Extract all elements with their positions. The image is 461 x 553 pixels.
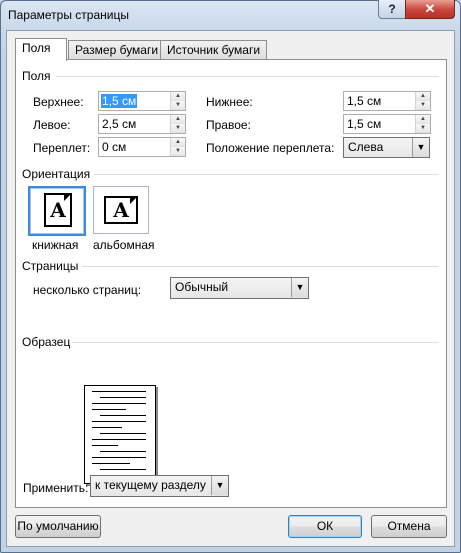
- preview-line: [92, 391, 146, 392]
- multiple-pages-label: несколько страниц:: [33, 283, 142, 297]
- chevron-down-icon[interactable]: ▼: [412, 138, 429, 157]
- top-margin-spinner[interactable]: 1,5 см ▲ ▼: [98, 91, 186, 111]
- tab-panel: Поля Верхнее: 1,5 см ▲ ▼ Нижнее: 1,5 см ▲…: [15, 59, 447, 508]
- preview-line: [92, 409, 126, 410]
- landscape-page-icon: A: [104, 196, 138, 224]
- cancel-button[interactable]: Отмена: [371, 515, 447, 538]
- help-button[interactable]: ?: [378, 0, 406, 19]
- window-title: Параметры страницы: [8, 8, 129, 22]
- right-margin-label: Правое:: [206, 118, 251, 132]
- left-margin-spinner[interactable]: 2,5 см ▲ ▼: [98, 114, 186, 134]
- multiple-pages-value: Обычный: [175, 280, 229, 294]
- right-margin-value[interactable]: 1,5 см: [346, 117, 382, 131]
- spin-down-icon[interactable]: ▼: [416, 101, 430, 110]
- separator: [72, 342, 439, 343]
- spin-up-icon[interactable]: ▲: [171, 92, 185, 101]
- right-margin-spinner[interactable]: 1,5 см ▲ ▼: [343, 114, 431, 134]
- gutter-label: Переплет:: [33, 141, 91, 155]
- apply-to-select[interactable]: к текущему разделу ▼: [90, 475, 229, 497]
- preview-line: [92, 457, 146, 458]
- spin-up-icon[interactable]: ▲: [171, 138, 185, 147]
- gutter-position-value: Слева: [348, 140, 384, 154]
- gutter-position-label: Положение переплета:: [206, 141, 335, 155]
- spin-up-icon[interactable]: ▲: [416, 92, 430, 101]
- spin-down-icon[interactable]: ▼: [171, 147, 185, 156]
- portrait-page-icon: A: [44, 193, 72, 227]
- section-pages: Страницы: [22, 259, 79, 273]
- preview-line: [100, 451, 146, 452]
- chevron-down-icon[interactable]: ▼: [211, 476, 228, 495]
- bottom-margin-value[interactable]: 1,5 см: [346, 94, 382, 108]
- spin-up-icon[interactable]: ▲: [171, 115, 185, 124]
- preview-line: [92, 445, 118, 446]
- tab-margins[interactable]: Поля: [15, 38, 67, 61]
- preview-line: [100, 415, 146, 416]
- landscape-option[interactable]: A: [93, 186, 149, 234]
- preview-line: [92, 421, 146, 422]
- preview-line: [92, 439, 146, 440]
- tab-paper-size[interactable]: Размер бумаги: [68, 40, 166, 60]
- chevron-down-icon[interactable]: ▼: [291, 278, 308, 297]
- separator: [94, 174, 439, 175]
- preview-line: [100, 433, 146, 434]
- spin-down-icon[interactable]: ▼: [416, 124, 430, 133]
- multiple-pages-select[interactable]: Обычный ▼: [170, 277, 309, 299]
- default-button[interactable]: По умолчанию: [15, 515, 101, 538]
- section-margins: Поля: [22, 69, 51, 83]
- gutter-spinner[interactable]: 0 см ▲ ▼: [98, 137, 186, 157]
- apply-to-label: Применить:: [23, 481, 89, 495]
- section-preview: Образец: [22, 335, 71, 349]
- landscape-label[interactable]: альбомная: [93, 238, 155, 252]
- apply-to-value: к текущему разделу: [95, 478, 206, 492]
- preview-line: [92, 403, 146, 404]
- left-margin-label: Левое:: [33, 118, 71, 132]
- separator: [82, 266, 439, 267]
- tab-paper-source[interactable]: Источник бумаги: [160, 40, 268, 60]
- portrait-option[interactable]: A: [28, 186, 86, 236]
- top-margin-label: Верхнее:: [33, 95, 84, 109]
- left-margin-value[interactable]: 2,5 см: [101, 117, 137, 131]
- section-orientation: Ориентация: [22, 167, 91, 181]
- preview-line: [92, 427, 122, 428]
- close-button[interactable]: ✕: [405, 0, 455, 19]
- bottom-margin-spinner[interactable]: 1,5 см ▲ ▼: [343, 91, 431, 111]
- preview-line: [100, 469, 146, 470]
- top-margin-value[interactable]: 1,5 см: [101, 94, 138, 108]
- gutter-value[interactable]: 0 см: [101, 140, 127, 154]
- separator: [56, 76, 439, 77]
- preview-page: [84, 385, 156, 484]
- spin-down-icon[interactable]: ▼: [171, 101, 185, 110]
- gutter-position-select[interactable]: Слева ▼: [343, 137, 430, 158]
- ok-button[interactable]: ОК: [288, 515, 362, 538]
- preview-line: [100, 397, 146, 398]
- spin-up-icon[interactable]: ▲: [416, 115, 430, 124]
- dialog-client: Поля Размер бумаги Источник бумаги Поля …: [6, 30, 455, 547]
- portrait-label[interactable]: книжная: [32, 238, 78, 252]
- spin-down-icon[interactable]: ▼: [171, 124, 185, 133]
- preview-line: [92, 463, 130, 464]
- bottom-margin-label: Нижнее:: [206, 95, 253, 109]
